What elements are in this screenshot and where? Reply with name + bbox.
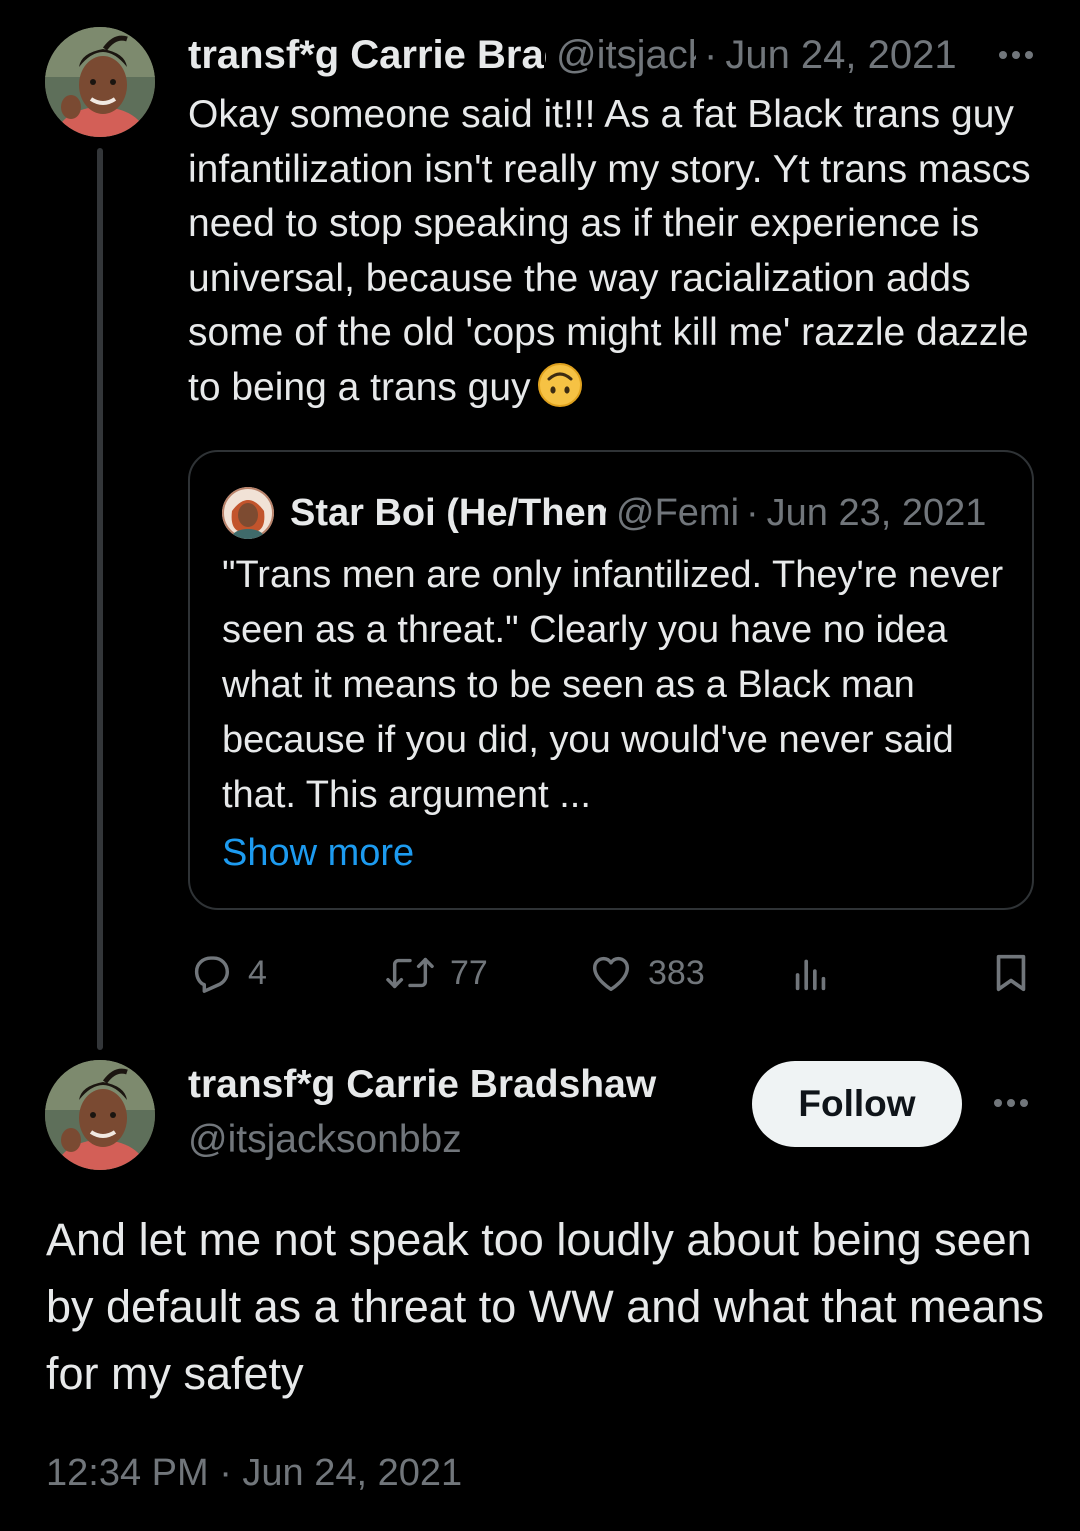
upside-down-face-emoji-icon	[537, 362, 582, 407]
main-author-handle[interactable]: @itsjacksonbbz	[188, 1118, 462, 1162]
parent-author-handle[interactable]: @itsjacksonbbz	[556, 33, 696, 78]
repost-icon	[386, 957, 434, 989]
quoted-tweet-text: "Trans men are only infantilized. They'r…	[222, 554, 1004, 816]
meta-separator: ·	[704, 32, 718, 77]
meta-separator: ·	[746, 491, 759, 534]
bookmark-button[interactable]	[988, 945, 1034, 1001]
parent-more-options-icon[interactable]	[994, 30, 1038, 80]
quoted-tweet-header: Star Boi (He/Them) @Femi · Jun 23, 2021	[222, 487, 1012, 539]
bookmark-icon	[996, 954, 1026, 992]
like-button[interactable]: 383	[588, 945, 705, 1001]
repost-count: 77	[450, 953, 488, 992]
thread-connector-line	[97, 148, 103, 1050]
parent-tweet-date[interactable]: Jun 24, 2021	[725, 33, 956, 78]
main-tweet-timestamp[interactable]: 12:34 PM · Jun 24, 2021	[46, 1452, 462, 1495]
reply-icon	[194, 956, 230, 993]
parent-author-avatar[interactable]	[45, 27, 155, 137]
parent-tweet-header: transf*g Carrie Bradshaw @itsjacksonbbz …	[188, 30, 1038, 80]
views-button[interactable]	[788, 945, 834, 1001]
main-author-name[interactable]: transf*g Carrie Bradshaw	[188, 1063, 656, 1107]
show-more-link[interactable]: Show more	[222, 826, 414, 881]
like-count: 383	[648, 953, 705, 992]
follow-button[interactable]: Follow	[752, 1061, 962, 1147]
main-author-avatar[interactable]	[45, 1060, 155, 1170]
quoted-tweet-date: Jun 23, 2021	[766, 491, 987, 534]
quoted-author-name[interactable]: Star Boi (He/Them)	[290, 492, 606, 535]
quoted-tweet-card[interactable]: Star Boi (He/Them) @Femi · Jun 23, 2021 …	[188, 450, 1034, 910]
reply-button[interactable]: 4	[188, 945, 267, 1001]
heart-icon	[592, 956, 630, 992]
quoted-author-avatar	[222, 487, 274, 539]
repost-button[interactable]: 77	[384, 945, 488, 1001]
quoted-author-handle[interactable]: @Femi	[616, 492, 738, 535]
analytics-icon	[795, 959, 826, 991]
main-tweet-text: And let me not speak too loudly about be…	[46, 1214, 1045, 1399]
parent-tweet-body: Okay someone said it!!! As a fat Black t…	[188, 93, 1031, 409]
reply-count: 4	[248, 953, 267, 992]
parent-author-name[interactable]: transf*g Carrie Bradshaw	[188, 33, 546, 78]
parent-tweet-text: Okay someone said it!!! As a fat Black t…	[188, 88, 1048, 415]
main-more-options-icon[interactable]	[988, 1080, 1034, 1126]
tweet-action-bar: 4 77 383	[188, 945, 1038, 1001]
